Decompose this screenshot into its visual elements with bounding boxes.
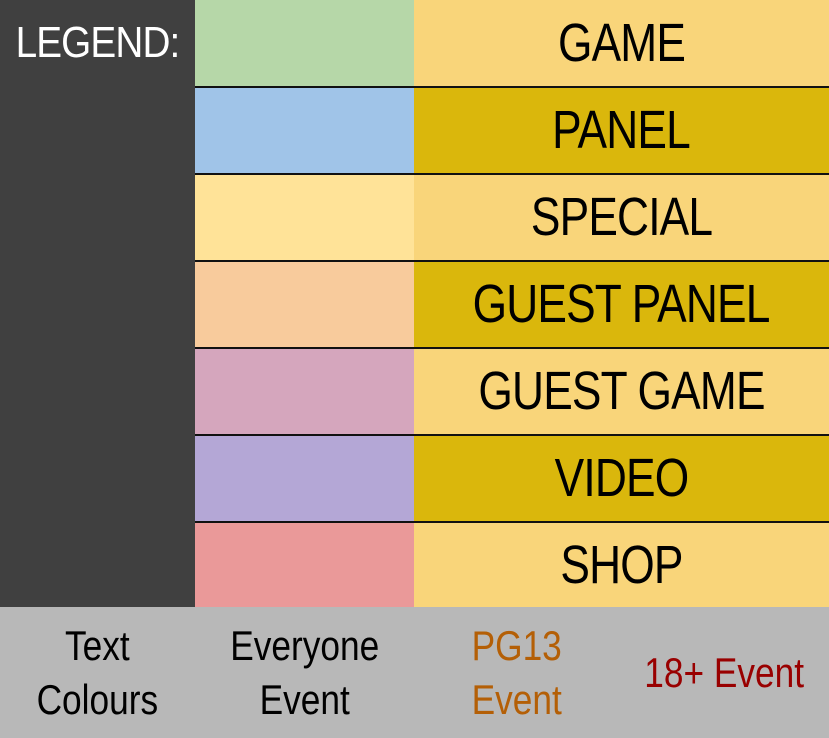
category-label-cell: GAME [414, 0, 829, 86]
category-label: GUEST PANEL [473, 274, 771, 334]
category-label-cell: VIDEO [414, 435, 829, 521]
category-label-cell: PANEL [414, 87, 829, 173]
text-colour-key-label: PG13 Event [471, 621, 563, 723]
text-colour-key-label: Everyone Event [229, 621, 380, 723]
row-divider [195, 346, 829, 349]
row-divider [195, 433, 829, 436]
category-list: GAME PANEL SPECIAL GUEST PANEL GUEST GAME VID… [195, 0, 829, 607]
row-divider [195, 172, 829, 175]
category-label: SPECIAL [530, 187, 713, 247]
colour-swatch [195, 87, 414, 173]
category-row: GAME [195, 0, 829, 86]
colour-swatch [195, 522, 414, 607]
text-colour-key: Text Colours Everyone Event PG13 Event 18+ … [0, 607, 829, 738]
category-label-cell: GUEST PANEL [414, 261, 829, 347]
colour-swatch [195, 435, 414, 521]
category-label: GAME [557, 13, 686, 73]
category-row: SPECIAL [195, 174, 829, 260]
category-label: VIDEO [554, 448, 690, 508]
text-colour-key-item: 18+ Event [620, 607, 829, 738]
text-colour-key-item: Everyone Event [195, 607, 414, 738]
text-colour-key-label: Text Colours [36, 621, 159, 723]
category-row: PANEL [195, 87, 829, 173]
row-divider [195, 520, 829, 523]
colour-swatch [195, 348, 414, 434]
text-colour-key-label: 18+ Event [644, 648, 805, 696]
legend-graphic: LEGEND: GAME PANEL SPECIAL GUEST PANEL GUEST… [0, 0, 829, 738]
colour-swatch [195, 174, 414, 260]
category-label-cell: SPECIAL [414, 174, 829, 260]
row-divider [195, 85, 829, 88]
row-divider [195, 259, 829, 262]
category-row: GUEST GAME [195, 348, 829, 434]
legend-panel: LEGEND: [0, 0, 195, 607]
category-label: SHOP [560, 534, 683, 595]
category-label: GUEST GAME [478, 361, 765, 421]
category-label: PANEL [552, 100, 692, 160]
category-row: VIDEO [195, 435, 829, 521]
text-colour-key-item: Text Colours [0, 607, 195, 738]
text-colour-key-item: PG13 Event [414, 607, 620, 738]
category-row: GUEST PANEL [195, 261, 829, 347]
colour-swatch [195, 261, 414, 347]
legend-title: LEGEND: [15, 18, 181, 67]
category-row: SHOP [195, 522, 829, 607]
category-label-cell: SHOP [414, 522, 829, 607]
colour-swatch [195, 0, 414, 86]
category-label-cell: GUEST GAME [414, 348, 829, 434]
